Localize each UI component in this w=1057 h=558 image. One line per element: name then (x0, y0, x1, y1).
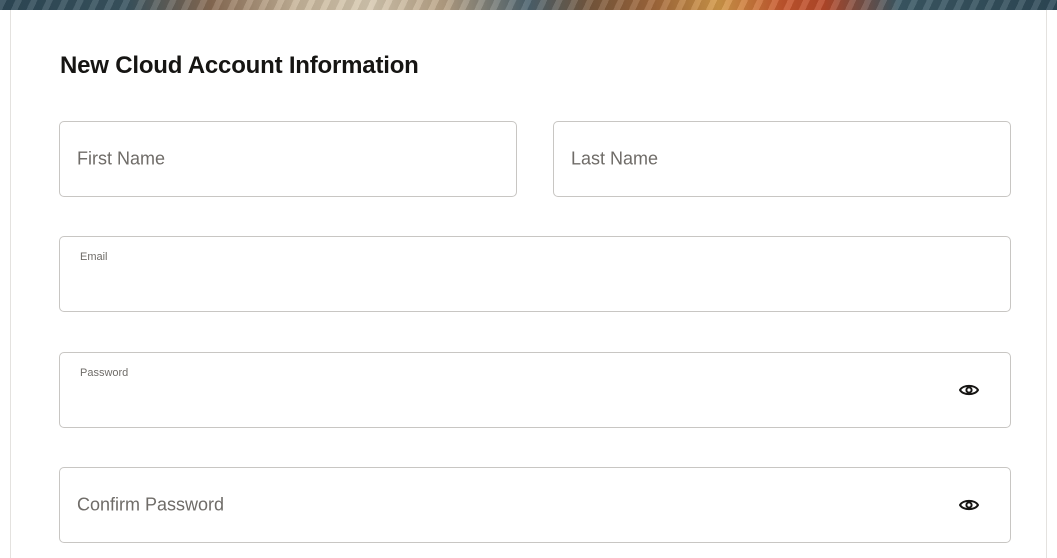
decorative-banner (0, 0, 1057, 10)
last-name-placeholder: Last Name (571, 148, 659, 169)
eye-icon[interactable] (958, 494, 980, 516)
password-field[interactable]: Password (59, 352, 1011, 428)
confirm-password-placeholder: Confirm Password (77, 494, 225, 515)
form-title: New Cloud Account Information (60, 52, 419, 79)
page: New Cloud Account Information First Name… (0, 0, 1057, 558)
first-name-placeholder: First Name (77, 148, 166, 169)
account-form-card: New Cloud Account Information First Name… (10, 10, 1047, 558)
email-label: Email (80, 251, 108, 263)
last-name-field[interactable]: Last Name (553, 121, 1011, 197)
password-label: Password (80, 367, 129, 379)
first-name-field[interactable]: First Name (59, 121, 517, 197)
email-field[interactable]: Email (59, 236, 1011, 312)
eye-icon[interactable] (958, 379, 980, 401)
confirm-password-field[interactable]: Confirm Password (59, 467, 1011, 543)
